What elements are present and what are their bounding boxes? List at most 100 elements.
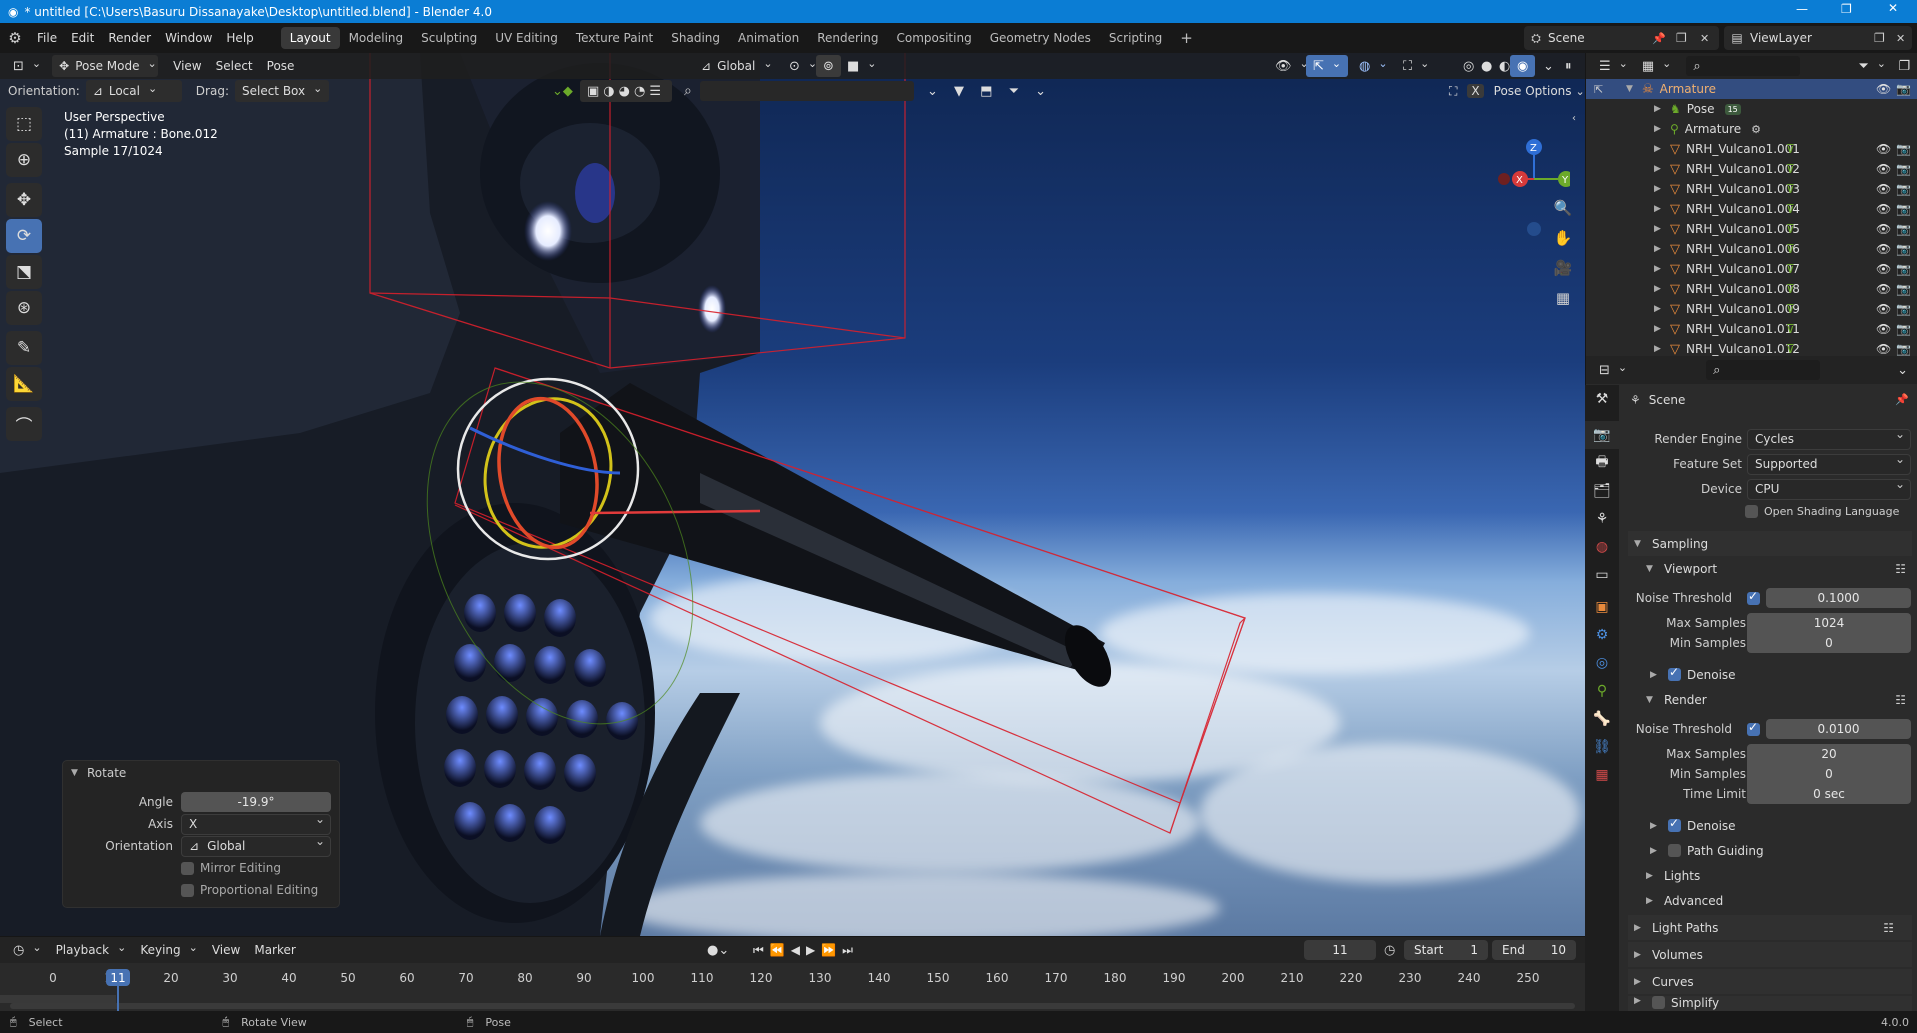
vp-menu-view[interactable]: View: [166, 55, 208, 77]
preview-range-icon[interactable]: ◷: [1384, 943, 1395, 958]
auto-keying-icon[interactable]: ●⌄: [700, 939, 736, 961]
r-min-samples-field[interactable]: 0: [1747, 764, 1911, 784]
render-presets-icon[interactable]: ☷: [1895, 693, 1906, 707]
advanced-subpanel[interactable]: ▶ Advanced: [1630, 888, 1910, 913]
sampling-panel-header[interactable]: ▼ Sampling: [1628, 531, 1912, 556]
viewport-subpanel-header[interactable]: ▼ Viewport ☷: [1630, 556, 1910, 581]
outliner-row-mesh[interactable]: ▶ ▽ NRH_Vulcano1.006 ⊽ 👁 📷: [1586, 239, 1917, 259]
viewport-search-field[interactable]: [700, 81, 914, 101]
tab-rendering[interactable]: Rendering: [808, 27, 887, 49]
r-noise-field[interactable]: 0.0100: [1766, 719, 1911, 739]
add-workspace-icon[interactable]: +: [1171, 27, 1202, 49]
osl-checkbox[interactable]: [1745, 504, 1758, 518]
proportional-editing-checkbox[interactable]: [181, 883, 194, 897]
grid-perspective-icon[interactable]: ▦: [1548, 283, 1578, 313]
vp-min-samples-field[interactable]: 0: [1747, 633, 1911, 653]
tab-shading[interactable]: Shading: [662, 27, 729, 49]
orientation-dropdown[interactable]: ⊿ Local: [85, 80, 182, 102]
outliner-row-mesh[interactable]: ▶ ▽ NRH_Vulcano1.002 ⊽ 👁 📷: [1586, 159, 1917, 179]
snap-target-icon[interactable]: ■: [840, 55, 884, 77]
expand-armature-icon[interactable]: ▼: [1626, 84, 1636, 94]
marker-menu[interactable]: Marker: [247, 939, 302, 961]
move-tool-icon[interactable]: ✥: [6, 183, 42, 217]
menu-window[interactable]: Window: [158, 27, 219, 49]
snap-icon[interactable]: ⊚: [816, 55, 841, 77]
playback-menu[interactable]: Playback: [49, 939, 134, 961]
shading-rendered-icon[interactable]: ◉: [1510, 55, 1536, 77]
op-orientation-dropdown[interactable]: ⊿ Global: [181, 834, 331, 857]
expand-mesh-icon[interactable]: ▶: [1654, 244, 1664, 254]
osl-row[interactable]: Open Shading Language: [1745, 500, 1899, 522]
vp-noise-field[interactable]: 0.1000: [1766, 588, 1911, 608]
pin-icon[interactable]: 📌: [1652, 32, 1666, 45]
scale-tool-icon[interactable]: ⬔: [6, 255, 42, 289]
simplify-panel[interactable]: ▶ Simplify: [1628, 996, 1912, 1011]
vp-max-samples-field[interactable]: 1024: [1747, 613, 1911, 633]
sidebar-toggle-icon[interactable]: ‹: [1572, 113, 1576, 124]
properties-pin-icon[interactable]: 📌: [1895, 393, 1909, 406]
vp-menu-pose[interactable]: Pose: [260, 55, 302, 77]
properties-editor-type-icon[interactable]: ⊟: [1592, 359, 1634, 381]
render-camera-icon[interactable]: 📷: [1896, 202, 1911, 216]
tab-scripting[interactable]: Scripting: [1100, 27, 1171, 49]
outliner-row-mesh[interactable]: ▶ ▽ NRH_Vulcano1.011 ⊽ 👁 📷: [1586, 319, 1917, 339]
drag-dropdown[interactable]: Select Box: [234, 80, 330, 102]
select-box-tool-icon[interactable]: ⬚: [6, 107, 42, 141]
outliner-row-armature[interactable]: ⇱ ▼ ☠ Armature 👁 📷: [1586, 79, 1917, 99]
expand-mesh-icon[interactable]: ▶: [1654, 324, 1664, 334]
keyframe-filter-icons[interactable]: ⌄ ▼ ⬒ ⏷ ⌄: [920, 80, 1059, 102]
xray-icon[interactable]: ⛶: [1396, 55, 1436, 77]
collection-tab-icon[interactable]: ▭: [1585, 561, 1619, 589]
angle-field[interactable]: -19.9°: [181, 792, 331, 812]
feature-set-dropdown[interactable]: Supported: [1747, 452, 1911, 475]
outliner-row-mesh[interactable]: ▶ ▽ NRH_Vulcano1.008 ⊽ 👁 📷: [1586, 279, 1917, 299]
render-tab-icon[interactable]: 📷: [1585, 421, 1619, 449]
overlay-toggle-icon[interactable]: ◍: [1352, 55, 1395, 77]
new-viewlayer-icon[interactable]: ❐: [1874, 31, 1885, 45]
playback-controls[interactable]: ⏮⏪◀▶⏩⏭: [746, 939, 866, 961]
visibility-eye-icon[interactable]: 👁: [1876, 182, 1891, 196]
outliner-row-mesh[interactable]: ▶ ▽ NRH_Vulcano1.001 ⊽ 👁 📷: [1586, 139, 1917, 159]
camera-view-icon[interactable]: 🎥: [1548, 253, 1578, 283]
tab-animation[interactable]: Animation: [729, 27, 808, 49]
r-max-samples-field[interactable]: 20: [1747, 744, 1911, 764]
visibility-eye-icon[interactable]: 👁: [1876, 142, 1891, 156]
render-camera-icon[interactable]: 📷: [1896, 282, 1911, 296]
curves-panel[interactable]: ▶ Curves: [1628, 969, 1912, 994]
tab-sculpting[interactable]: Sculpting: [412, 27, 486, 49]
outliner-editor-type-icon[interactable]: ☰: [1592, 55, 1635, 77]
visibility-eye-icon[interactable]: 👁: [1876, 302, 1891, 316]
timeline-editor-type-icon[interactable]: ◷: [6, 939, 49, 961]
close-button[interactable]: ✕: [1888, 1, 1898, 15]
gizmo-toggle-icon[interactable]: ⇱: [1306, 55, 1349, 77]
current-frame-field[interactable]: 11: [1304, 940, 1376, 960]
path-guiding-checkbox[interactable]: [1668, 844, 1681, 857]
render-camera-icon[interactable]: 📷: [1896, 262, 1911, 276]
world-tab-icon[interactable]: ◍: [1585, 533, 1619, 561]
visibility-eye-icon[interactable]: 👁: [1876, 162, 1891, 176]
measure-tool-icon[interactable]: 📐: [6, 367, 42, 401]
keying-menu[interactable]: Keying: [133, 939, 205, 961]
menu-edit[interactable]: Edit: [64, 27, 101, 49]
outliner-filter-icon[interactable]: ⏷: [1851, 55, 1893, 77]
tool-tab-icon[interactable]: ⚒: [1585, 385, 1619, 413]
bone-roll-tool-icon[interactable]: ⌒: [6, 407, 42, 441]
render-camera-icon[interactable]: 📷: [1896, 162, 1911, 176]
timeline-view-menu[interactable]: View: [205, 939, 247, 961]
light-paths-panel[interactable]: ▶ Light Paths ☷: [1628, 915, 1912, 940]
viewlayer-selector[interactable]: ▤ ViewLayer ❐ ✕: [1724, 26, 1912, 50]
expand-armature-data-icon[interactable]: ▶: [1654, 124, 1664, 134]
expand-mesh-icon[interactable]: ▶: [1654, 204, 1664, 214]
time-limit-field[interactable]: 0 sec: [1747, 784, 1911, 804]
menu-help[interactable]: Help: [219, 27, 260, 49]
tab-texture-paint[interactable]: Texture Paint: [567, 27, 662, 49]
scene-selector[interactable]: ⛭ Scene 📌 ❐ ✕: [1524, 26, 1719, 50]
visibility-eye-icon[interactable]: 👁: [1876, 262, 1891, 276]
render-camera-icon[interactable]: 📷: [1896, 322, 1911, 336]
outliner-row-mesh[interactable]: ▶ ▽ NRH_Vulcano1.003 ⊽ 👁 📷: [1586, 179, 1917, 199]
annotate-tool-icon[interactable]: ✎: [6, 331, 42, 365]
object-data-tab-icon[interactable]: ⚲: [1585, 677, 1619, 705]
playhead[interactable]: 11: [106, 969, 130, 986]
mesh-filter-icon[interactable]: ⌄◆: [545, 80, 580, 102]
outliner-search-field[interactable]: ⌕: [1686, 56, 1801, 76]
